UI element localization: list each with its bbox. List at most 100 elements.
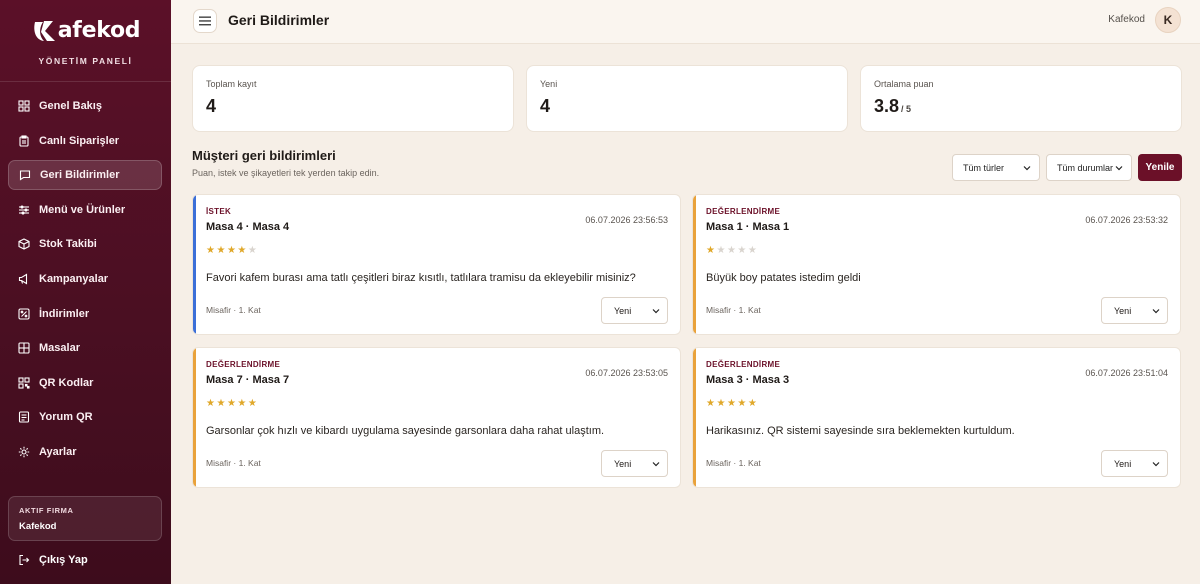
star-filled-icon: ★ — [747, 398, 759, 409]
sidebar-item-label: Yorum QR — [39, 411, 93, 424]
menu-toggle-button[interactable] — [193, 9, 217, 33]
chevron-down-icon — [1023, 166, 1031, 171]
discount-icon — [18, 308, 30, 320]
feedback-meta: Misafir · 1. Kat — [706, 305, 761, 315]
stat-suffix: / 5 — [901, 104, 912, 114]
stat-new: Yeni 4 — [526, 65, 848, 132]
sidebar-item-qr-kodlar[interactable]: QR Kodlar — [8, 368, 162, 398]
sidebar-item-label: Kampanyalar — [39, 272, 109, 285]
feedback-card: İSTEK Masa 4 · Masa 4 06.07.2026 23:56:5… — [192, 194, 681, 335]
feedback-meta: Misafir · 1. Kat — [206, 305, 261, 315]
feedback-card: DEĞERLENDİRME Masa 1 · Masa 1 06.07.2026… — [692, 194, 1181, 335]
sidebar-item-genel-bakis[interactable]: Genel Bakış — [8, 91, 162, 121]
grid-icon — [18, 100, 30, 112]
chevron-down-icon — [1152, 309, 1160, 314]
active-company-card: AKTIF FIRMA Kafekod — [8, 496, 162, 541]
star-empty-icon: ★ — [247, 245, 259, 256]
stat-value: 4 — [540, 96, 834, 117]
user-name: Kafekod — [1108, 14, 1145, 25]
brand: afekod YÖNETİM PANELİ — [0, 0, 171, 82]
star-empty-icon: ★ — [737, 245, 748, 256]
status-filter-select[interactable]: Tüm durumlar — [1046, 154, 1132, 181]
sidebar-item-yorum-qr[interactable]: Yorum QR — [8, 402, 162, 432]
status-select[interactable]: Yeni — [1101, 297, 1168, 324]
feedback-type: İSTEK — [206, 207, 232, 216]
feedback-meta: Misafir · 1. Kat — [706, 458, 761, 468]
sidebar-item-label: Geri Bildirimler — [40, 169, 120, 182]
clipboard-icon — [18, 135, 30, 147]
chevron-down-icon — [1152, 462, 1160, 467]
active-company-label: AKTIF FIRMA — [19, 506, 74, 515]
status-select[interactable]: Yeni — [601, 297, 668, 324]
stat-average: Ortalama puan 3.8/ 5 — [860, 65, 1182, 132]
sidebar-item-menu-urunler[interactable]: Menü ve Ürünler — [8, 195, 162, 225]
star-filled-icon: ★ — [737, 398, 748, 409]
feedback-date: 06.07.2026 23:53:05 — [585, 368, 668, 378]
sidebar-item-masalar[interactable]: Masalar — [8, 333, 162, 363]
stat-number: 3.8 — [874, 96, 900, 116]
hamburger-icon — [199, 16, 211, 26]
sidebar-item-label: Menü ve Ürünler — [39, 203, 126, 216]
cup-logo-icon — [34, 20, 55, 41]
star-filled-icon: ★ — [716, 398, 727, 409]
feedback-type: DEĞERLENDİRME — [206, 360, 281, 369]
stat-label: Yeni — [540, 79, 558, 89]
star-rating: ★★★★★ — [706, 398, 758, 409]
star-filled-icon: ★ — [226, 245, 238, 256]
logout-button[interactable]: Çıkış Yap — [18, 554, 88, 566]
brand-subtitle: YÖNETİM PANELİ — [38, 55, 133, 66]
brand-name: afekod — [57, 18, 141, 43]
star-empty-icon: ★ — [716, 245, 727, 256]
star-filled-icon: ★ — [706, 398, 717, 409]
stat-total: Toplam kayıt 4 — [192, 65, 514, 132]
active-company-name: Kafekod — [19, 521, 57, 532]
type-filter-select[interactable]: Tüm türler — [952, 154, 1040, 181]
status-select-value: Yeni — [614, 458, 632, 469]
stat-number: 4 — [540, 96, 551, 116]
star-filled-icon: ★ — [247, 398, 259, 409]
message-icon — [19, 169, 31, 181]
sidebar-item-indirimler[interactable]: İndirimler — [8, 299, 162, 329]
card-accent-bar — [693, 195, 696, 334]
status-select[interactable]: Yeni — [601, 450, 668, 477]
star-filled-icon: ★ — [237, 398, 248, 409]
sidebar: afekod YÖNETİM PANELİ Genel Bakış Canlı … — [0, 0, 171, 584]
avatar[interactable]: K — [1155, 7, 1181, 33]
megaphone-icon — [18, 273, 30, 285]
feedback-type: DEĞERLENDİRME — [706, 207, 781, 216]
sidebar-item-label: İndirimler — [39, 307, 90, 320]
sidebar-item-stok-takibi[interactable]: Stok Takibi — [8, 229, 162, 259]
star-filled-icon: ★ — [237, 245, 248, 256]
sliders-icon — [18, 204, 30, 216]
star-rating: ★★★★★ — [206, 398, 258, 409]
topbar: Geri Bildirimler Kafekod K — [171, 0, 1200, 44]
sidebar-item-canli-siparisler[interactable]: Canlı Siparişler — [8, 126, 162, 156]
star-filled-icon: ★ — [216, 245, 227, 256]
star-empty-icon: ★ — [747, 245, 759, 256]
star-rating: ★★★★★ — [206, 245, 258, 256]
feedback-title: Masa 1 · Masa 1 — [706, 221, 790, 233]
sidebar-nav: Genel Bakış Canlı Siparişler Geri Bildir… — [8, 91, 162, 472]
star-filled-icon: ★ — [706, 245, 717, 256]
card-accent-bar — [693, 348, 696, 487]
sidebar-item-geri-bildirimler[interactable]: Geri Bildirimler — [8, 160, 162, 191]
status-select-value: Yeni — [614, 305, 632, 316]
refresh-button[interactable]: Yenile — [1138, 154, 1182, 181]
star-filled-icon: ★ — [726, 398, 738, 409]
star-filled-icon: ★ — [206, 398, 217, 409]
feedback-date: 06.07.2026 23:53:32 — [1085, 215, 1168, 225]
stat-value: 4 — [206, 96, 500, 117]
feedback-date: 06.07.2026 23:56:53 — [585, 215, 668, 225]
status-select-value: Yeni — [1114, 458, 1132, 469]
feedback-text: Garsonlar çok hızlı ve kibardı uygulama … — [206, 425, 605, 437]
gear-icon — [18, 446, 30, 458]
chevron-down-icon — [1115, 166, 1123, 171]
status-select[interactable]: Yeni — [1101, 450, 1168, 477]
stat-label: Toplam kayıt — [206, 79, 257, 89]
sidebar-item-kampanyalar[interactable]: Kampanyalar — [8, 264, 162, 294]
status-select-value: Yeni — [1114, 305, 1132, 316]
sidebar-item-ayarlar[interactable]: Ayarlar — [8, 437, 162, 467]
star-rating: ★★★★★ — [706, 245, 758, 256]
chevron-down-icon — [652, 462, 660, 467]
feedback-text: Büyük boy patates istedim geldi — [706, 272, 861, 284]
